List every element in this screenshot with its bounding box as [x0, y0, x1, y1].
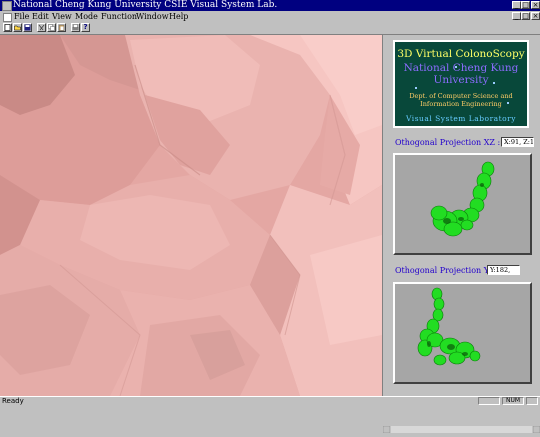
- child-maximize-button[interactable]: □: [521, 12, 530, 20]
- title-bar: National Cheng Kung University CSIE Visu…: [0, 0, 540, 11]
- colon-model-xz: [430, 161, 495, 237]
- new-document-icon[interactable]: [3, 23, 12, 32]
- close-button[interactable]: ×: [531, 1, 540, 9]
- open-folder-icon[interactable]: [13, 23, 22, 32]
- maximize-button[interactable]: □: [521, 1, 530, 9]
- child-minimize-button[interactable]: _: [512, 12, 521, 20]
- banner-lab: Visual System Laboratory: [406, 114, 516, 123]
- print-icon[interactable]: [71, 23, 80, 32]
- projection-yz-label: Othogonal Projection YZ :: [395, 266, 500, 275]
- projection-xz-view[interactable]: [393, 153, 532, 255]
- menu-file[interactable]: File: [14, 11, 29, 22]
- sparkle-decoration: [415, 87, 417, 89]
- status-pane-caps: [478, 397, 500, 405]
- minimize-button[interactable]: _: [512, 1, 521, 9]
- projection-yz-coords: Y:182,: [487, 265, 520, 275]
- side-panel: 3D Virtual ColonoScopy National Cheng Ku…: [382, 35, 540, 434]
- colon-3d-viewport[interactable]: [0, 35, 382, 396]
- banner-university: National Cheng Kung University: [403, 62, 519, 86]
- colon-surface-render: [0, 35, 382, 396]
- projection-xz-label: Othogonal Projection XZ :: [395, 138, 501, 147]
- menu-edit[interactable]: Edit: [32, 11, 49, 22]
- lab-banner: 3D Virtual ColonoScopy National Cheng Ku…: [393, 40, 529, 128]
- copy-icon[interactable]: [47, 23, 56, 32]
- panel-scrollbar[interactable]: [382, 418, 540, 434]
- status-pane-scroll: [526, 397, 538, 405]
- projection-xz-coords: X:91, Z:17: [501, 137, 534, 147]
- menu-window[interactable]: Window: [136, 11, 169, 22]
- cut-icon[interactable]: [37, 23, 46, 32]
- save-disk-icon[interactable]: [23, 23, 32, 32]
- colon-model-yz: [417, 287, 481, 366]
- app-icon[interactable]: [2, 1, 12, 11]
- paste-icon[interactable]: [57, 23, 66, 32]
- menu-view[interactable]: View: [52, 11, 72, 22]
- help-icon[interactable]: ?: [81, 23, 90, 32]
- status-pane-num: NUM: [502, 397, 524, 405]
- menu-bar: File Edit View Mode Function Window Help…: [0, 11, 540, 22]
- menu-function[interactable]: Function: [101, 11, 137, 22]
- menu-help[interactable]: Help: [169, 11, 188, 22]
- menu-mode[interactable]: Mode: [75, 11, 98, 22]
- banner-title: 3D Virtual ColonoScopy: [397, 48, 525, 60]
- document-icon[interactable]: [3, 13, 12, 22]
- banner-department: Dept. of Computer Science and Informatio…: [409, 92, 513, 108]
- window-title: National Cheng Kung University CSIE Visu…: [13, 0, 278, 10]
- toolbar: ?: [0, 22, 540, 35]
- projection-yz-view[interactable]: [393, 282, 532, 384]
- child-close-button[interactable]: ×: [531, 12, 540, 20]
